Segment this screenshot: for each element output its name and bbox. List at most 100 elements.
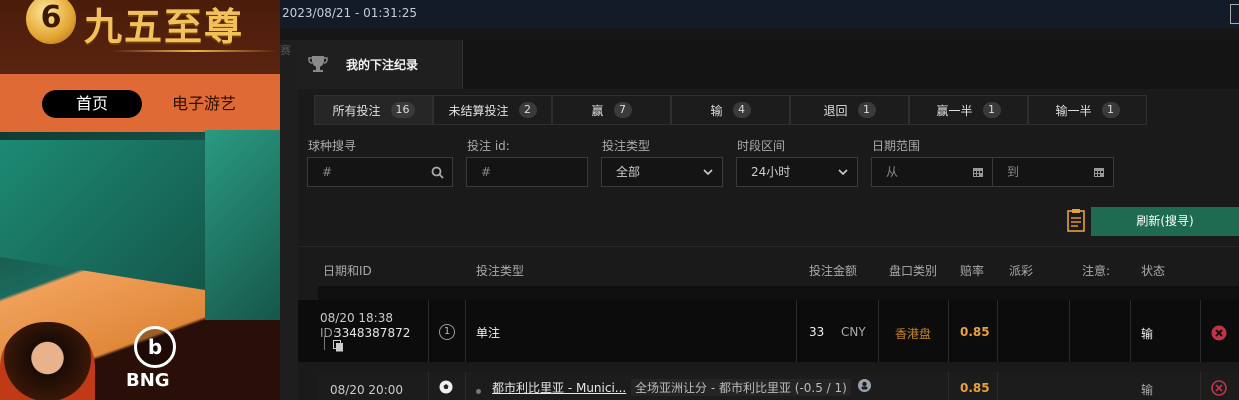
tab-label: 输一半 bbox=[1055, 103, 1092, 118]
table-row[interactable]: 08/20 20:00 都市利比里亚 - Munici... 全场亚洲让分 - … bbox=[318, 372, 1239, 400]
title-tab[interactable]: 我的下注纪录 bbox=[298, 40, 463, 89]
bet-amount: 33 bbox=[809, 325, 825, 339]
bet-description: 全场亚洲让分 - 都市利比里亚 (-0.5 / 1) bbox=[631, 379, 851, 396]
logo-underline bbox=[112, 50, 277, 52]
tab-half-lost[interactable]: 输一半 1 bbox=[1028, 95, 1147, 125]
column-divider bbox=[428, 372, 429, 400]
column-divider bbox=[948, 372, 949, 400]
col-market: 盘口类别 bbox=[889, 264, 938, 278]
chevron-down-icon bbox=[838, 169, 848, 176]
background-strip bbox=[280, 40, 298, 400]
search-icon[interactable] bbox=[431, 166, 444, 179]
tab-count: 4 bbox=[732, 102, 751, 118]
info-user-icon[interactable] bbox=[858, 379, 871, 392]
table-header: 日期和ID 投注类型 投注金额 盘口类别 赔率 派彩 注意: 状态 bbox=[298, 258, 1239, 286]
column-divider bbox=[1069, 300, 1070, 362]
bet-date: 08/20 18:38 bbox=[320, 311, 393, 325]
match-link[interactable]: 都市利比里亚 - Munici... bbox=[492, 379, 626, 396]
tab-count: 7 bbox=[613, 102, 632, 118]
window-edge bbox=[1230, 4, 1239, 24]
copy-icon[interactable] bbox=[333, 340, 344, 352]
soccer-ball-icon bbox=[439, 380, 453, 394]
tab-half-won[interactable]: 赢一半 1 bbox=[909, 95, 1028, 125]
current-datetime: 2023/08/21 - 01:31:25 bbox=[282, 6, 418, 20]
tab-lost[interactable]: 输4 bbox=[671, 95, 790, 125]
col-amount: 投注金额 bbox=[809, 264, 858, 278]
top-bar bbox=[280, 0, 1239, 28]
site-panel: 6 九五至尊 首页 电子游艺 b BNG bbox=[0, 0, 280, 400]
tab-all[interactable]: 所有投注 16 bbox=[314, 95, 433, 125]
period-select[interactable]: 24小时 bbox=[736, 157, 858, 187]
tab-refunded[interactable]: 退回 1 bbox=[790, 95, 909, 125]
provider-name: BNG bbox=[126, 370, 170, 391]
tab-unsettled[interactable]: 未结算投注 2 bbox=[433, 95, 552, 125]
tab-label: 输 bbox=[710, 103, 723, 118]
column-divider bbox=[948, 300, 949, 362]
lost-status-icon bbox=[1211, 325, 1227, 341]
date-from-placeholder: 从 bbox=[886, 165, 899, 179]
bet-id-label: 投注 id: bbox=[467, 139, 510, 153]
tab-label: 退回 bbox=[823, 103, 848, 118]
column-divider bbox=[997, 372, 998, 400]
banner-panel-right bbox=[205, 130, 280, 320]
col-date-id: 日期和ID bbox=[323, 264, 372, 278]
column-divider bbox=[428, 300, 429, 362]
market-type: 香港盘 bbox=[895, 327, 932, 341]
chevron-down-icon bbox=[703, 169, 713, 176]
bet-type-select[interactable]: 全部 bbox=[601, 157, 723, 187]
tab-count: 1 bbox=[857, 102, 876, 118]
tab-label: 所有投注 bbox=[332, 103, 381, 118]
tab-label: 赢一半 bbox=[936, 103, 973, 118]
background-text: 赛 bbox=[280, 44, 291, 57]
clipboard-icon[interactable] bbox=[1066, 208, 1086, 232]
col-payout: 派彩 bbox=[1009, 264, 1034, 278]
bet-currency: CNY bbox=[841, 325, 866, 339]
date-from-input[interactable]: 从 bbox=[871, 157, 993, 187]
tab-label: 赢 bbox=[591, 103, 604, 118]
column-divider bbox=[796, 300, 797, 362]
date-to-input[interactable]: 到 bbox=[992, 157, 1114, 187]
sport-search-label: 球种搜寻 bbox=[308, 139, 357, 153]
tab-count: 2 bbox=[518, 102, 537, 118]
refresh-search-button[interactable]: 刷新(搜寻) bbox=[1091, 207, 1239, 236]
col-odds: 赔率 bbox=[960, 264, 985, 278]
column-divider bbox=[997, 300, 998, 362]
calendar-icon[interactable] bbox=[972, 166, 984, 178]
bet-id-input[interactable]: # bbox=[466, 157, 588, 187]
bet-type-value: 全部 bbox=[616, 165, 641, 179]
nav-home[interactable]: 首页 bbox=[42, 90, 142, 118]
sport-search-placeholder: # bbox=[322, 165, 333, 179]
tab-count: 1 bbox=[1101, 102, 1120, 118]
nav-games[interactable]: 电子游艺 bbox=[172, 90, 236, 118]
row-divider bbox=[318, 286, 1239, 301]
sport-search-input[interactable]: # bbox=[307, 157, 453, 187]
column-divider bbox=[1130, 300, 1131, 362]
bet-status: 输 bbox=[1141, 327, 1154, 341]
divider bbox=[298, 246, 1239, 247]
bet-type-value: 单注 bbox=[476, 326, 501, 340]
column-divider bbox=[465, 300, 466, 362]
column-divider bbox=[878, 300, 879, 362]
row-index-badge: 1 bbox=[439, 324, 455, 340]
trophy-icon bbox=[308, 56, 328, 72]
column-divider bbox=[465, 372, 466, 400]
bet-status: 输 bbox=[1141, 383, 1154, 397]
bullet-dot bbox=[476, 389, 481, 394]
col-bet-type: 投注类型 bbox=[476, 264, 525, 278]
bet-id-placeholder: # bbox=[481, 165, 492, 179]
modal-header: 我的下注纪录 bbox=[298, 40, 1239, 89]
period-value: 24小时 bbox=[751, 165, 791, 179]
tab-count: 1 bbox=[982, 102, 1001, 118]
modal-title: 我的下注纪录 bbox=[346, 58, 419, 72]
tab-label: 未结算投注 bbox=[448, 103, 509, 118]
character-image bbox=[0, 322, 95, 400]
column-divider bbox=[1200, 300, 1201, 362]
calendar-icon[interactable] bbox=[1093, 166, 1105, 178]
column-divider bbox=[1200, 372, 1201, 400]
filter-tabs: 所有投注 16 未结算投注 2 赢7 输4 退回 1 赢一半 1 输一半 1 bbox=[314, 95, 1149, 125]
table-row[interactable]: 08/20 18:38 ID: 3348387872 1 单注 33 CNY 香… bbox=[298, 300, 1239, 362]
tab-won[interactable]: 赢7 bbox=[552, 95, 671, 125]
bet-id-value: 3348387872 bbox=[334, 326, 411, 340]
col-note: 注意: bbox=[1082, 264, 1111, 278]
tab-count: 16 bbox=[390, 102, 415, 118]
